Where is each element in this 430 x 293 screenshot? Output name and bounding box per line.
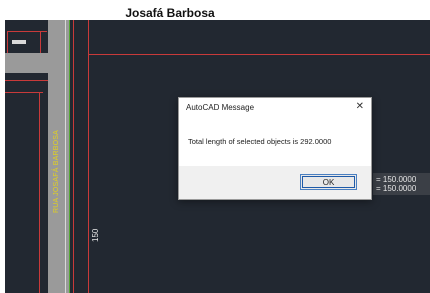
road-edge-line (5, 80, 48, 81)
dimension-label: 150 (91, 228, 100, 242)
ok-button[interactable]: OK (300, 174, 357, 190)
property-line (88, 20, 89, 293)
coordinate-readout: = 150.0000 = 150.0000 (373, 173, 430, 195)
dialog-title: AutoCAD Message (186, 103, 255, 112)
horizontal-road (5, 53, 48, 73)
dialog-message: Total length of selected objects is 292.… (188, 137, 332, 146)
street-label: RUA JOSAFÁ BARBOSA (53, 130, 60, 213)
road-edge-line (7, 31, 47, 32)
road-edge-line (5, 92, 43, 93)
dialog-titlebar[interactable]: AutoCAD Message ✕ (179, 98, 371, 116)
road-edge-line (73, 20, 74, 293)
road-edge-line (39, 92, 40, 293)
dialog-footer: OK (179, 166, 371, 199)
property-line (88, 54, 430, 55)
road-edge-line (7, 31, 8, 53)
close-icon[interactable]: ✕ (356, 101, 364, 112)
road-marking (65, 20, 66, 293)
block-tag (12, 40, 26, 44)
coordinate-value: = 150.0000 (376, 175, 417, 184)
road-edge-line (40, 31, 41, 53)
coordinate-value: = 150.0000 (376, 184, 417, 193)
road-centerline (69, 20, 70, 293)
autocad-message-dialog: AutoCAD Message ✕ Total length of select… (178, 97, 372, 200)
page-title: Josafá Barbosa (125, 6, 215, 20)
